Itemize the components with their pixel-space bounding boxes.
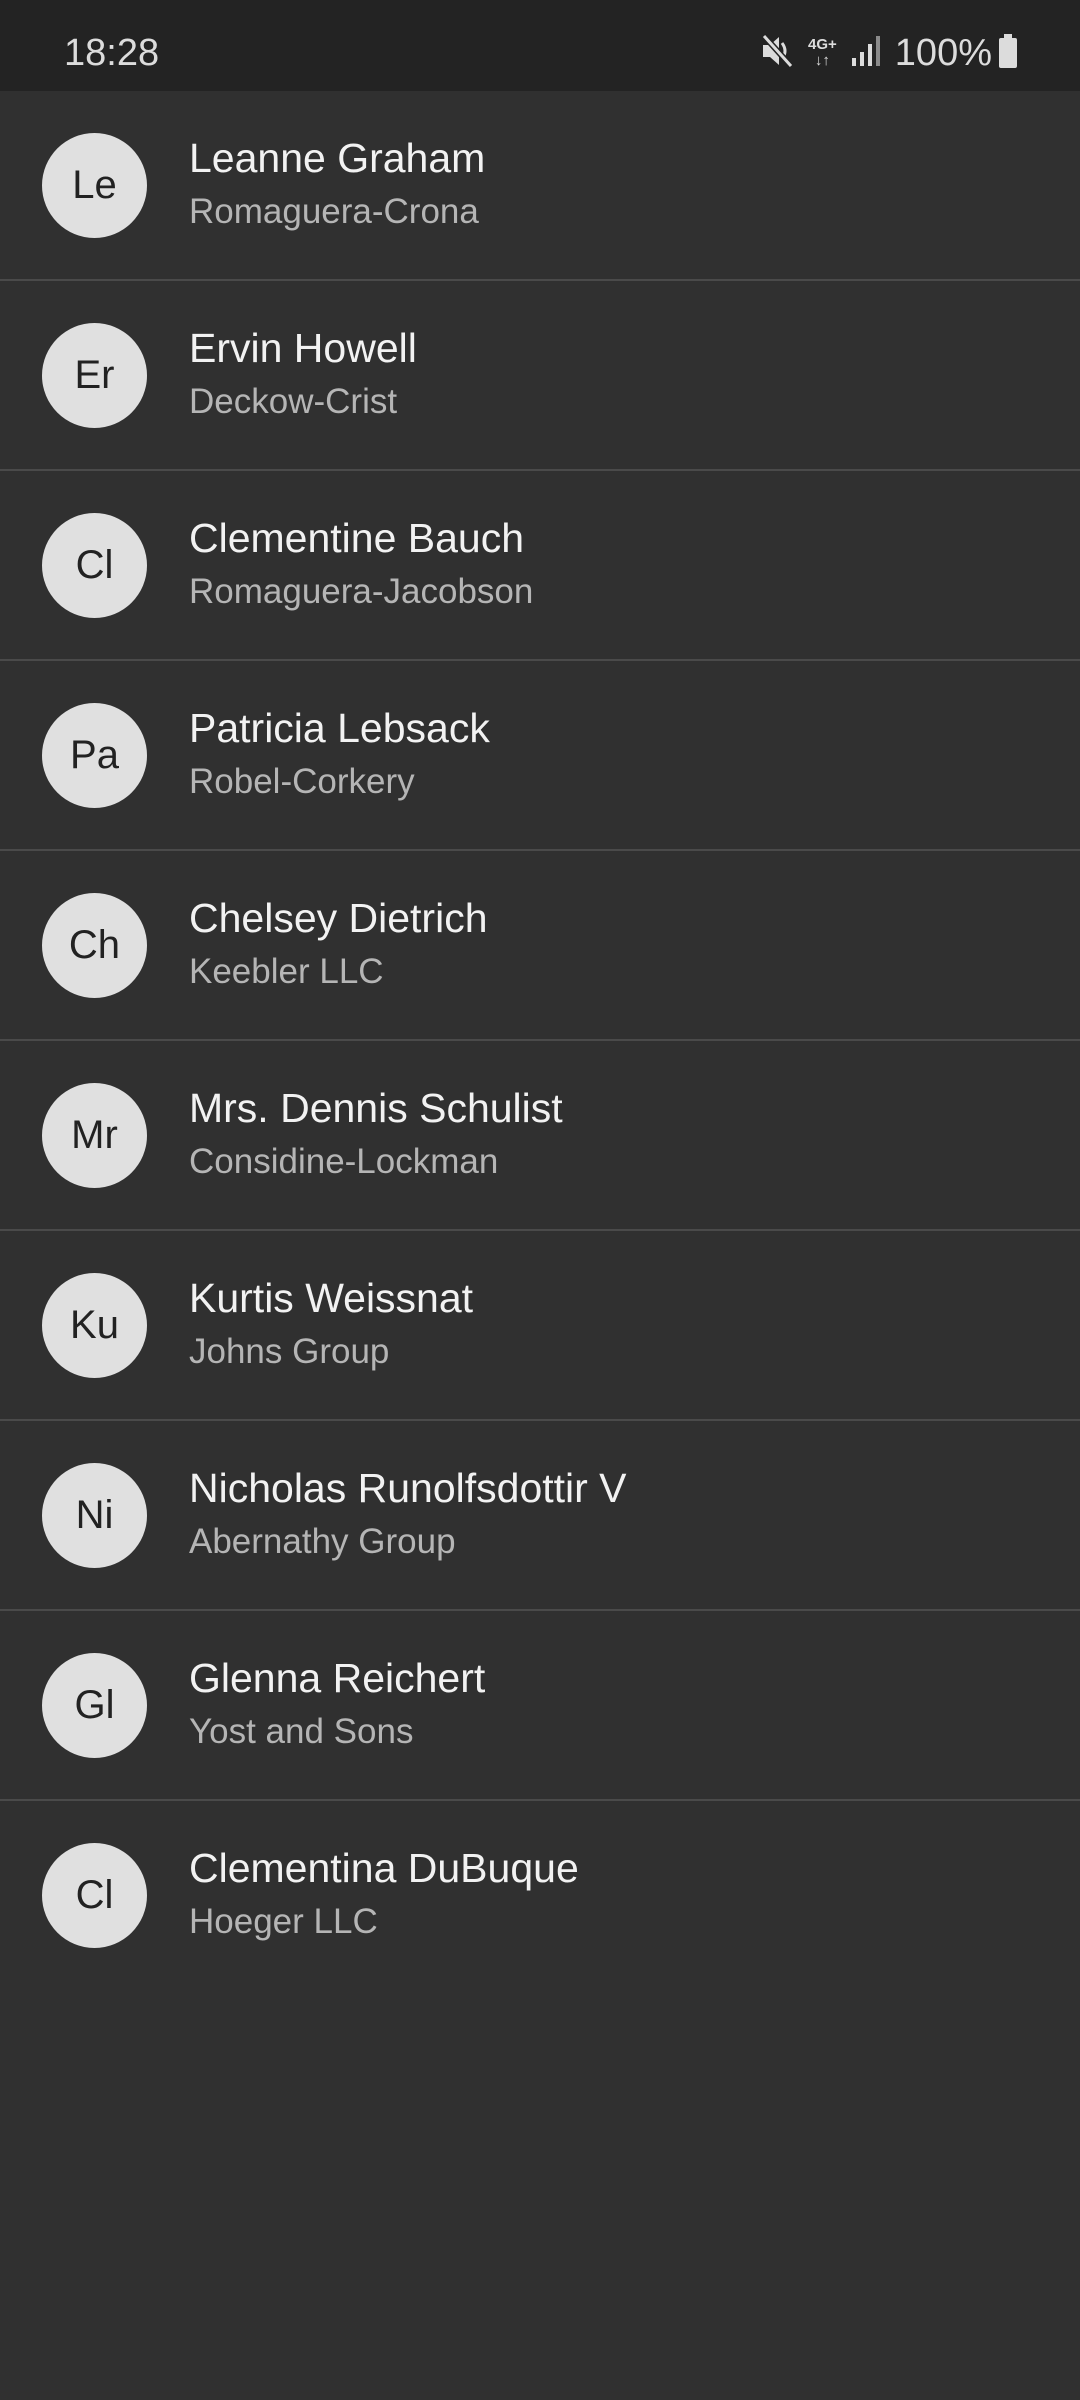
- list-item[interactable]: Cl Clementina DuBuque Hoeger LLC: [0, 1801, 1080, 1989]
- contact-list: Le Leanne Graham Romaguera-Crona Er Ervi…: [0, 91, 1080, 1989]
- contact-name: Patricia Lebsack: [189, 705, 490, 751]
- list-item[interactable]: Ch Chelsey Dietrich Keebler LLC: [0, 851, 1080, 1041]
- contact-company: Romaguera-Crona: [189, 192, 479, 231]
- contact-name: Nicholas Runolfsdottir V: [189, 1465, 627, 1511]
- contact-name: Mrs. Dennis Schulist: [189, 1085, 563, 1131]
- avatar: Cl: [42, 1843, 147, 1948]
- avatar: Ch: [42, 893, 147, 998]
- contact-company: Hoeger LLC: [189, 1902, 378, 1941]
- contact-name: Kurtis Weissnat: [189, 1275, 474, 1321]
- contact-company: Considine-Lockman: [189, 1142, 499, 1181]
- avatar: Er: [42, 323, 147, 428]
- contact-company: Keebler LLC: [189, 952, 384, 991]
- contact-name: Leanne Graham: [189, 135, 486, 181]
- contact-name: Chelsey Dietrich: [189, 895, 488, 941]
- avatar: Ni: [42, 1463, 147, 1568]
- contact-name: Glenna Reichert: [189, 1655, 486, 1701]
- network-4g-icon: 4G+ ↓↑: [808, 37, 837, 69]
- contact-name: Clementine Bauch: [189, 515, 525, 561]
- status-icons: 4G+ ↓↑ 100%: [760, 28, 1018, 78]
- avatar: Pa: [42, 703, 147, 808]
- list-item[interactable]: Pa Patricia Lebsack Robel-Corkery: [0, 661, 1080, 851]
- list-item[interactable]: Er Ervin Howell Deckow-Crist: [0, 281, 1080, 471]
- contact-company: Deckow-Crist: [189, 382, 398, 421]
- avatar: Cl: [42, 513, 147, 618]
- avatar: Ku: [42, 1273, 147, 1378]
- network-type-label: 4G+: [808, 36, 837, 53]
- contact-company: Abernathy Group: [189, 1522, 456, 1561]
- avatar: Gl: [42, 1653, 147, 1758]
- contact-company: Romaguera-Jacobson: [189, 572, 534, 611]
- contact-name: Clementina DuBuque: [189, 1845, 579, 1891]
- contact-name: Ervin Howell: [189, 325, 417, 371]
- list-item[interactable]: Ku Kurtis Weissnat Johns Group: [0, 1231, 1080, 1421]
- list-item[interactable]: Ni Nicholas Runolfsdottir V Abernathy Gr…: [0, 1421, 1080, 1611]
- screen: 18:28 4G+ ↓↑ 100% Le Leanne Graham Romag…: [0, 0, 1080, 2400]
- status-bar: 18:28 4G+ ↓↑ 100%: [0, 0, 1080, 91]
- avatar: Le: [42, 133, 147, 238]
- list-item[interactable]: Cl Clementine Bauch Romaguera-Jacobson: [0, 471, 1080, 661]
- battery-percent: 100%: [894, 32, 992, 74]
- status-time: 18:28: [64, 32, 160, 74]
- list-item[interactable]: Le Leanne Graham Romaguera-Crona: [0, 91, 1080, 281]
- contact-company: Johns Group: [189, 1332, 390, 1371]
- list-item[interactable]: Gl Glenna Reichert Yost and Sons: [0, 1611, 1080, 1801]
- mute-icon: [760, 33, 794, 74]
- network-activity-arrows: ↓↑: [814, 52, 830, 69]
- battery-icon: [998, 33, 1018, 74]
- list-item[interactable]: Mr Mrs. Dennis Schulist Considine-Lockma…: [0, 1041, 1080, 1231]
- signal-icon: [851, 34, 881, 73]
- avatar: Mr: [42, 1083, 147, 1188]
- contact-company: Robel-Corkery: [189, 762, 415, 801]
- contact-company: Yost and Sons: [189, 1712, 414, 1751]
